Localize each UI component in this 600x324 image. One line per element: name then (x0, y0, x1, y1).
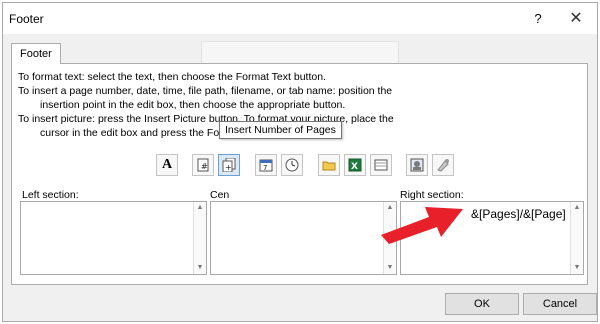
scroll-down-icon[interactable]: ▼ (571, 262, 583, 274)
left-section-scrollbar[interactable]: ▲ ▼ (193, 202, 206, 274)
left-section-input[interactable]: ▲ ▼ (20, 201, 207, 275)
right-section-value[interactable]: &[Pages]/&[Page] (471, 207, 566, 221)
footer-dialog: Footer ? ✕ Footer To format text: select… (2, 2, 598, 322)
insert-number-of-pages-icon: + (222, 158, 236, 172)
scroll-down-icon[interactable]: ▼ (194, 262, 206, 274)
instruction-insert-field: To insert a page number, date, time, fil… (18, 85, 393, 97)
insert-file-path-button[interactable] (318, 154, 340, 176)
insert-time-button[interactable] (281, 154, 303, 176)
close-icon[interactable]: ✕ (565, 9, 587, 29)
center-section-input[interactable]: ▲ ▼ (210, 201, 397, 275)
scroll-up-icon[interactable]: ▲ (194, 202, 206, 214)
svg-text:X: X (351, 162, 358, 172)
instruction-format-text: To format text: select the text, then ch… (18, 71, 326, 83)
insert-number-of-pages-button[interactable]: + (218, 154, 240, 176)
instruction-insert-field-cont: insertion point in the edit box, then ch… (40, 99, 346, 111)
tooltip-insert-number-of-pages: Insert Number of Pages (219, 121, 342, 139)
tab-footer-label: Footer (20, 48, 52, 60)
format-picture-button[interactable] (432, 154, 454, 176)
svg-text:+: + (225, 163, 232, 172)
insert-page-number-icon: # (197, 158, 209, 172)
insert-date-icon: 7 (259, 159, 273, 172)
insert-picture-icon (410, 158, 424, 172)
red-arrow-annotation (381, 207, 463, 244)
footer-panel: To format text: select the text, then ch… (11, 63, 588, 285)
insert-file-name-icon: X (348, 158, 362, 172)
format-text-icon: A (161, 157, 173, 172)
window-title: Footer (9, 12, 44, 26)
cancel-button[interactable]: Cancel (523, 293, 597, 315)
insert-picture-button[interactable] (406, 154, 428, 176)
format-text-button[interactable]: A (156, 154, 178, 176)
scroll-down-icon[interactable]: ▼ (384, 262, 396, 274)
svg-text:7: 7 (263, 164, 267, 172)
left-section-label: Left section: (22, 189, 79, 201)
insert-date-button[interactable]: 7 (255, 154, 277, 176)
tab-footer[interactable]: Footer (11, 43, 61, 64)
ok-button[interactable]: OK (445, 293, 519, 315)
help-icon[interactable]: ? (527, 9, 549, 29)
insert-page-number-button[interactable]: # (192, 154, 214, 176)
scroll-up-icon[interactable]: ▲ (571, 202, 583, 214)
title-bar: Footer ? ✕ (3, 3, 597, 34)
insert-sheet-name-icon (374, 159, 388, 171)
svg-text:#: # (201, 162, 208, 171)
insert-file-name-button[interactable]: X (344, 154, 366, 176)
insert-file-path-icon (322, 161, 336, 171)
blurred-area (201, 41, 399, 65)
insert-time-icon (285, 158, 299, 172)
insert-sheet-name-button[interactable] (370, 154, 392, 176)
center-section-label: Cen (210, 189, 230, 201)
right-section-scrollbar[interactable]: ▲ ▼ (570, 202, 583, 274)
format-picture-icon (437, 159, 449, 172)
